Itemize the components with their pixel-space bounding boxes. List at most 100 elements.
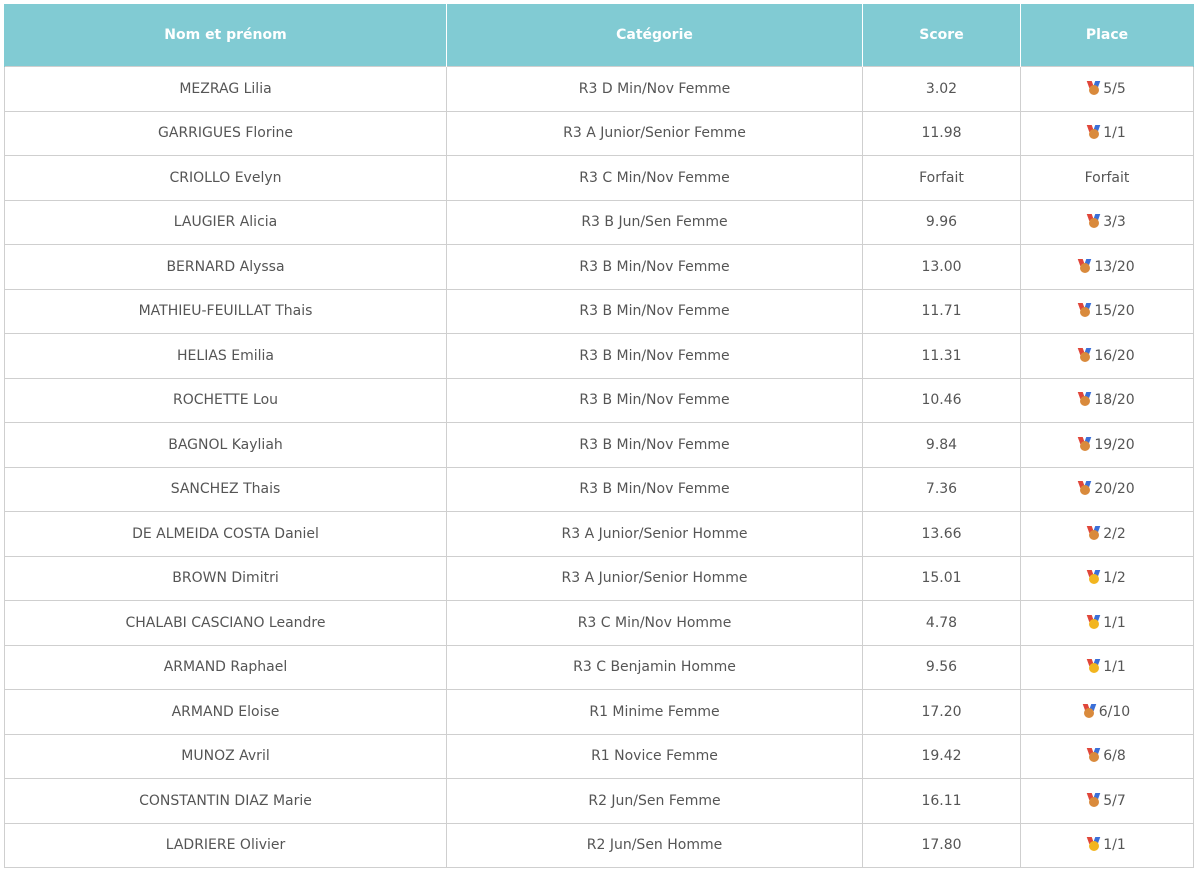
cell-name: MATHIEU-FEUILLAT Thais <box>4 288 447 334</box>
gold-medal-icon <box>1086 570 1101 585</box>
cell-place: 1/1 <box>1020 110 1194 156</box>
bronze-medal-icon <box>1086 525 1101 540</box>
cell-place: 6/10 <box>1020 689 1194 735</box>
cell-name: CRIOLLO Evelyn <box>4 155 447 201</box>
place-value: 13/20 <box>1094 258 1135 275</box>
cell-score: 9.56 <box>862 644 1021 690</box>
cell-score: 7.36 <box>862 466 1021 512</box>
place-value: 1/1 <box>1103 125 1126 142</box>
place-value: 6/10 <box>1098 703 1131 720</box>
header-place[interactable]: Place <box>1020 4 1194 67</box>
table-row: CRIOLLO Evelyn R3 C Min/Nov Femme Forfait F… <box>4 155 1194 201</box>
cell-score: 10.46 <box>862 377 1021 423</box>
cell-score: 4.78 <box>862 600 1021 646</box>
cell-place: Forfait <box>1020 155 1194 201</box>
cell-score: Forfait <box>862 155 1021 201</box>
cell-category: R3 B Min/Nov Femme <box>446 288 863 334</box>
cell-category: R3 C Min/Nov Femme <box>446 155 863 201</box>
cell-score: 11.98 <box>862 110 1021 156</box>
cell-name: GARRIGUES Florine <box>4 110 447 156</box>
place-value: 2/2 <box>1103 525 1126 542</box>
gold-medal-icon <box>1086 837 1101 852</box>
gold-medal-icon <box>1086 659 1101 674</box>
cell-score: 15.01 <box>862 555 1021 601</box>
place-value: 5/5 <box>1103 80 1126 97</box>
cell-category: R2 Jun/Sen Femme <box>446 778 863 824</box>
cell-score: 19.42 <box>862 733 1021 779</box>
table-row: LAUGIER Alicia R3 B Jun/Sen Femme 9.96 3/3 <box>4 199 1194 245</box>
cell-name: CHALABI CASCIANO Leandre <box>4 600 447 646</box>
cell-category: R3 B Min/Nov Femme <box>446 422 863 468</box>
cell-category: R3 A Junior/Senior Femme <box>446 110 863 156</box>
table-row: MATHIEU-FEUILLAT Thais R3 B Min/Nov Femme… <box>4 288 1194 334</box>
cell-name: MUNOZ Avril <box>4 733 447 779</box>
gold-medal-icon <box>1086 614 1101 629</box>
header-category[interactable]: Catégorie <box>446 4 863 67</box>
cell-category: R3 C Min/Nov Homme <box>446 600 863 646</box>
cell-place: 18/20 <box>1020 377 1194 423</box>
table-body: MEZRAG Lilia R3 D Min/Nov Femme 3.02 5/5 GAR… <box>4 66 1194 868</box>
table-row: BROWN Dimitri R3 A Junior/Senior Homme 15.… <box>4 555 1194 601</box>
place-value: 15/20 <box>1094 303 1135 320</box>
cell-score: 16.11 <box>862 778 1021 824</box>
cell-score: 11.31 <box>862 333 1021 379</box>
bronze-medal-icon <box>1078 347 1092 362</box>
cell-place: 2/2 <box>1020 511 1194 557</box>
cell-category: R3 A Junior/Senior Homme <box>446 511 863 557</box>
bronze-medal-icon <box>1086 80 1101 95</box>
cell-place: 13/20 <box>1020 244 1194 290</box>
cell-category: R2 Jun/Sen Homme <box>446 822 863 868</box>
table-row: SANCHEZ Thais R3 B Min/Nov Femme 7.36 20/20 <box>4 466 1194 512</box>
bronze-medal-icon <box>1078 303 1092 318</box>
cell-name: DE ALMEIDA COSTA Daniel <box>4 511 447 557</box>
bronze-medal-icon <box>1078 481 1092 496</box>
results-table: Nom et prénom Catégorie Score Place MEZR… <box>4 4 1194 868</box>
place-value: 20/20 <box>1094 481 1135 498</box>
cell-score: 17.20 <box>862 689 1021 735</box>
cell-place: 6/8 <box>1020 733 1194 779</box>
table-row: ARMAND Raphael R3 C Benjamin Homme 9.56 1/1 <box>4 644 1194 690</box>
cell-place: 1/1 <box>1020 644 1194 690</box>
results-table-container: Nom et prénom Catégorie Score Place MEZR… <box>4 4 1194 868</box>
cell-category: R3 B Min/Nov Femme <box>446 377 863 423</box>
cell-category: R3 A Junior/Senior Homme <box>446 555 863 601</box>
cell-category: R1 Minime Femme <box>446 689 863 735</box>
cell-category: R3 B Jun/Sen Femme <box>446 199 863 245</box>
cell-score: 11.71 <box>862 288 1021 334</box>
place-value: 18/20 <box>1094 392 1135 409</box>
header-name[interactable]: Nom et prénom <box>4 4 447 67</box>
cell-category: R3 B Min/Nov Femme <box>446 333 863 379</box>
bronze-medal-icon <box>1086 214 1101 229</box>
place-value: 19/20 <box>1094 436 1135 453</box>
place-value: 1/1 <box>1103 614 1126 631</box>
cell-score: 9.96 <box>862 199 1021 245</box>
table-header: Nom et prénom Catégorie Score Place <box>4 4 1194 67</box>
table-row: ARMAND Eloise R1 Minime Femme 17.20 6/10 <box>4 689 1194 735</box>
place-value: Forfait <box>1084 169 1130 186</box>
cell-place: 15/20 <box>1020 288 1194 334</box>
bronze-medal-icon <box>1082 703 1097 718</box>
place-value: 1/1 <box>1103 659 1126 676</box>
place-value: 6/8 <box>1103 748 1126 765</box>
cell-name: ARMAND Eloise <box>4 689 447 735</box>
cell-name: LADRIERE Olivier <box>4 822 447 868</box>
table-row: DE ALMEIDA COSTA Daniel R3 A Junior/Senio… <box>4 511 1194 557</box>
header-score[interactable]: Score <box>862 4 1021 67</box>
cell-name: ROCHETTE Lou <box>4 377 447 423</box>
table-row: GARRIGUES Florine R3 A Junior/Senior Femm… <box>4 110 1194 156</box>
bronze-medal-icon <box>1086 792 1101 807</box>
cell-score: 9.84 <box>862 422 1021 468</box>
cell-name: SANCHEZ Thais <box>4 466 447 512</box>
place-value: 1/2 <box>1103 570 1126 587</box>
bronze-medal-icon <box>1086 748 1101 763</box>
table-row: MEZRAG Lilia R3 D Min/Nov Femme 3.02 5/5 <box>4 66 1194 112</box>
cell-name: BERNARD Alyssa <box>4 244 447 290</box>
table-row: HELIAS Emilia R3 B Min/Nov Femme 11.31 16/2… <box>4 333 1194 379</box>
bronze-medal-icon <box>1078 436 1092 451</box>
cell-place: 1/1 <box>1020 600 1194 646</box>
cell-place: 5/5 <box>1020 66 1194 112</box>
cell-category: R3 B Min/Nov Femme <box>446 466 863 512</box>
cell-place: 20/20 <box>1020 466 1194 512</box>
cell-place: 1/1 <box>1020 822 1194 868</box>
cell-name: ARMAND Raphael <box>4 644 447 690</box>
